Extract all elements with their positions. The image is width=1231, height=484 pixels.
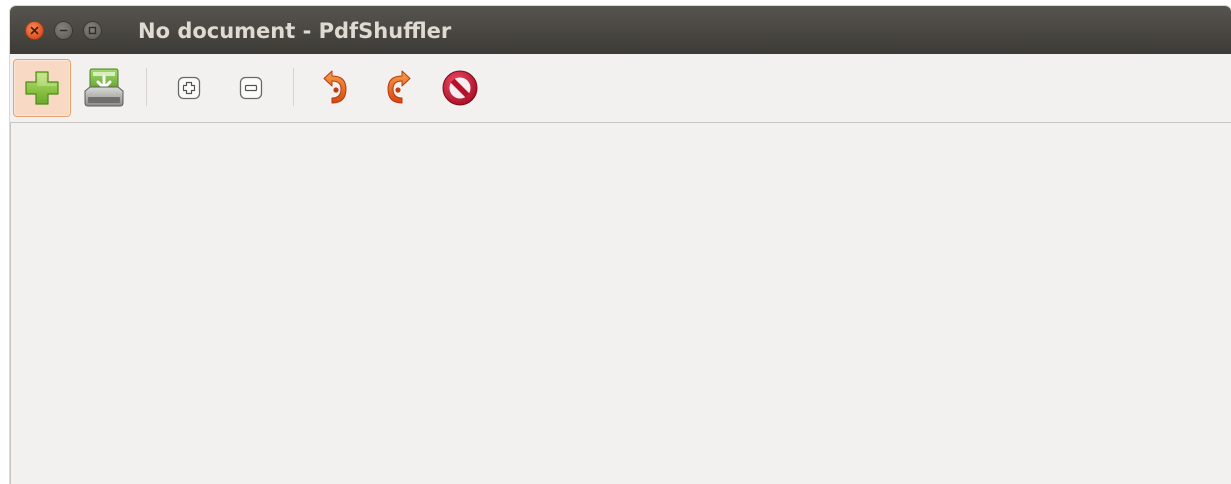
zoom-in-button[interactable] (160, 59, 218, 117)
add-plus-icon (25, 71, 59, 105)
delete-button[interactable] (431, 59, 489, 117)
maximize-icon (88, 26, 97, 35)
toolbar-separator (146, 68, 147, 106)
zoom-in-icon (177, 76, 201, 100)
rotate-right-icon (387, 70, 411, 104)
rotate-left-icon (323, 70, 347, 104)
toolbar (10, 54, 1231, 123)
title-bar[interactable]: No document - PdfShuffler (10, 6, 1231, 54)
window-title: No document - PdfShuffler (138, 19, 452, 43)
toolbar-separator (293, 68, 294, 106)
pages-view[interactable] (10, 123, 1231, 484)
maximize-window-button[interactable] (83, 21, 102, 40)
zoom-out-icon (239, 76, 263, 100)
delete-stop-icon (442, 70, 478, 106)
rotate-right-button[interactable] (369, 59, 427, 117)
minimize-window-button[interactable] (54, 21, 73, 40)
close-icon (30, 26, 39, 35)
minimize-icon (59, 29, 68, 32)
close-window-button[interactable] (25, 21, 44, 40)
zoom-out-button[interactable] (222, 59, 280, 117)
export-button[interactable] (75, 59, 133, 117)
rotate-left-button[interactable] (307, 59, 365, 117)
app-window: No document - PdfShuffler (10, 6, 1231, 484)
save-disk-icon (84, 68, 124, 107)
import-button[interactable] (13, 59, 71, 117)
